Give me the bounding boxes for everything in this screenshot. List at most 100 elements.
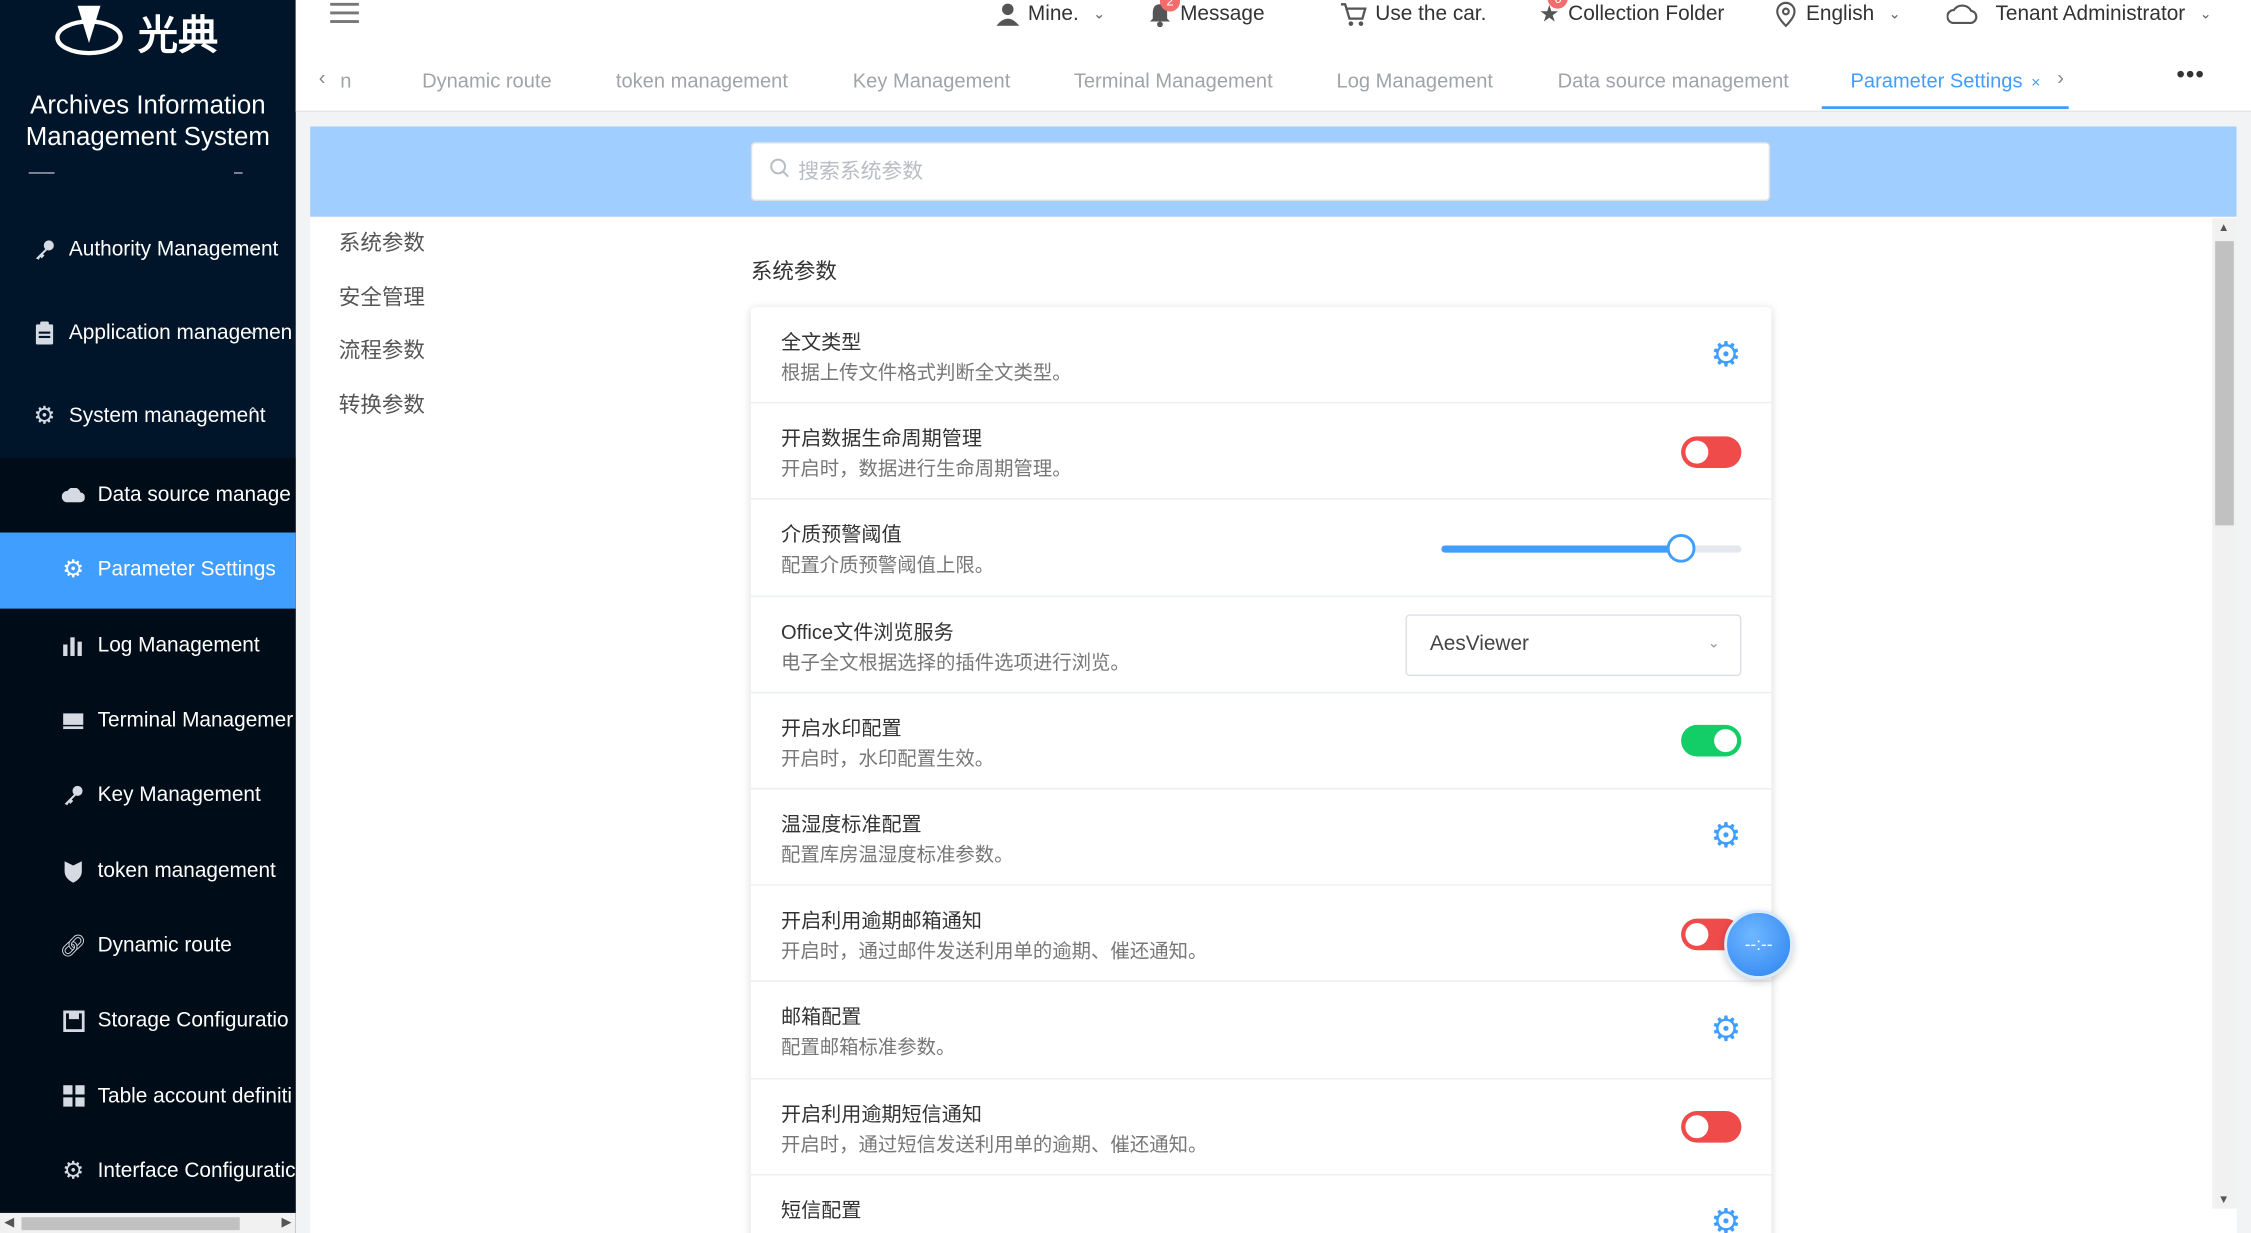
sidebar-item-parameter-settings[interactable]: ⚙ Parameter Settings xyxy=(0,532,296,609)
gear-icon: ⚙ xyxy=(62,1156,85,1184)
gear-icon[interactable]: ⚙ xyxy=(1710,820,1741,854)
sidebar-item-system[interactable]: ⚙ System management ⌃ xyxy=(0,375,296,458)
tenant-menu[interactable]: Tenant Administrator ⌄ xyxy=(1946,0,2212,29)
gear-icon[interactable]: ⚙ xyxy=(1710,1205,1741,1233)
setting-desc: 电子全文根据选择的插件选项进行浏览。 xyxy=(780,651,1130,673)
setting-row: 开启水印配置 开启时，水印配置生效。 xyxy=(750,693,1772,790)
top-header: Mine. ⌄ 2 Message Use the car. ★ 0 Colle… xyxy=(295,0,2251,55)
main-vertical-scrollbar[interactable]: ▲ ▼ xyxy=(2212,218,2237,1209)
system-submenu: Data source manage ⚙ Parameter Settings … xyxy=(0,457,296,1213)
scroll-down-icon[interactable]: ▼ xyxy=(2218,1193,2229,1206)
threshold-slider[interactable] xyxy=(1441,533,1742,563)
sms-overdue-toggle[interactable] xyxy=(1681,1110,1742,1143)
tab-parameter-settings[interactable]: Parameter Settings × xyxy=(1821,69,2070,110)
setting-title: 温湿度标准配置 xyxy=(780,812,922,836)
sidebar-item-key-management[interactable]: Key Management xyxy=(0,758,296,833)
settings-card: 全文类型 根据上传文件格式判断全文类型。 ⚙ 开启数据生命周期管理 开启时，数据… xyxy=(750,307,1772,1233)
setting-row: 邮箱配置 配置邮箱标准参数。 ⚙ xyxy=(750,982,1772,1079)
scroll-left-icon[interactable]: ◀ xyxy=(4,1214,14,1230)
setting-title: 开启利用逾期短信通知 xyxy=(780,1101,982,1125)
lifecycle-toggle[interactable] xyxy=(1681,435,1742,468)
sidebar-item-token-management[interactable]: token management xyxy=(0,833,296,908)
floating-clock-button[interactable]: --:-- xyxy=(1724,910,1794,979)
section-title: 系统参数 xyxy=(750,259,837,285)
setting-row: 开启利用逾期邮箱通知 开启时，通过邮件发送利用单的逾期、催还通知。 xyxy=(750,886,1772,983)
search-banner xyxy=(310,126,2237,217)
scroll-right-icon[interactable]: ▶ xyxy=(281,1214,291,1230)
watermark-toggle[interactable] xyxy=(1681,725,1742,757)
tab-token-management[interactable]: token management xyxy=(616,69,788,92)
key-icon xyxy=(32,237,58,263)
close-icon[interactable]: × xyxy=(2031,75,2040,92)
chevron-down-icon: ⌄ xyxy=(246,239,259,256)
category-system-params[interactable]: 系统参数 xyxy=(339,227,626,281)
category-nav: 系统参数 安全管理 流程参数 转换参数 xyxy=(339,227,626,443)
tab-partial[interactable]: n xyxy=(340,69,351,92)
sidebar-item-data-source[interactable]: Data source manage xyxy=(0,458,296,533)
sidebar-item-dynamic-route[interactable]: 🔗︎ Dynamic route xyxy=(0,908,296,983)
setting-row: 开启利用逾期短信通知 开启时，通过短信发送利用单的逾期、催还通知。 xyxy=(750,1079,1772,1176)
tab-dynamic-route[interactable]: Dynamic route xyxy=(422,69,552,92)
category-conversion-params[interactable]: 转换参数 xyxy=(339,389,626,443)
user-icon xyxy=(996,3,1020,26)
brand-logo: 光典 xyxy=(52,0,239,63)
sidebar-item-authority[interactable]: Authority Management ⌄ xyxy=(0,208,296,291)
gear-icon[interactable]: ⚙ xyxy=(1710,337,1741,372)
main-content: 系统参数 安全管理 流程参数 转换参数 系统参数 全文类型 根据上传文件格式判断… xyxy=(310,126,2237,1233)
sidebar-horizontal-scrollbar[interactable]: ◀ ▶ xyxy=(0,1212,296,1233)
more-icon[interactable]: ••• xyxy=(2177,63,2205,89)
setting-desc: 开启时，数据进行生命周期管理。 xyxy=(780,458,1072,480)
language-selector[interactable]: English ⌄ xyxy=(1774,0,1901,29)
search-icon xyxy=(769,158,789,185)
collection-badge: 0 xyxy=(1548,0,1569,9)
sidebar-item-storage[interactable]: Storage Configuratio xyxy=(0,983,296,1058)
setting-row: 全文类型 根据上传文件格式判断全文类型。 ⚙ xyxy=(750,307,1772,404)
slider-handle[interactable] xyxy=(1667,533,1696,563)
chevron-down-icon: ⌄ xyxy=(1707,635,1720,652)
setting-title: 开启水印配置 xyxy=(780,715,902,739)
tab-data-source-management[interactable]: Data source management xyxy=(1558,69,1789,92)
tab-terminal-management[interactable]: Terminal Management xyxy=(1074,69,1273,92)
category-security[interactable]: 安全管理 xyxy=(339,281,626,335)
setting-title: 邮箱配置 xyxy=(780,1005,862,1029)
tab-log-management[interactable]: Log Management xyxy=(1337,69,1493,92)
sidebar-item-interface[interactable]: ⚙ Interface Configuratic xyxy=(0,1133,296,1208)
star-icon: ★ 0 xyxy=(1539,0,1569,29)
bell-icon: 2 xyxy=(1148,0,1181,27)
scrollbar-thumb[interactable] xyxy=(21,1217,240,1231)
sidebar-item-log-management[interactable]: Log Management xyxy=(0,608,296,683)
sidebar-item-terminal[interactable]: Terminal Managemer xyxy=(0,683,296,758)
cloud-icon xyxy=(1946,4,1979,25)
search-input[interactable] xyxy=(798,160,1746,184)
sidebar-item-application[interactable]: Application managemen ⌄ xyxy=(0,291,296,374)
category-process-params[interactable]: 流程参数 xyxy=(339,335,626,389)
tab-scroll-right-icon[interactable]: › xyxy=(2057,66,2064,89)
setting-desc: 根据上传文件格式判断全文类型。 xyxy=(780,361,1072,384)
tab-key-management[interactable]: Key Management xyxy=(853,69,1011,92)
gear-outline-icon: ⚙ xyxy=(62,556,85,584)
search-box xyxy=(750,142,1771,201)
setting-row: 短信配置 ⚙ xyxy=(751,1175,1772,1233)
tab-scroll-left-icon[interactable]: ‹ xyxy=(319,66,326,89)
scroll-up-icon[interactable]: ▲ xyxy=(2218,221,2229,234)
chevron-down-icon: ⌄ xyxy=(246,322,259,339)
cart-icon xyxy=(1340,2,1367,26)
app-root: 光典 Archives Information Management Syste… xyxy=(0,0,2251,1233)
setting-row: 开启数据生命周期管理 开启时，数据进行生命周期管理。 xyxy=(750,404,1772,501)
setting-row: Office文件浏览服务 电子全文根据选择的插件选项进行浏览。 AesViewe… xyxy=(750,596,1772,693)
office-viewer-select[interactable]: AesViewer ⌄ xyxy=(1405,613,1742,676)
user-menu[interactable]: Mine. ⌄ xyxy=(996,0,1105,29)
system-title: Archives Information Management System xyxy=(25,90,270,151)
chevron-down-icon: ⌄ xyxy=(2199,6,2212,23)
bar-chart-icon xyxy=(60,633,86,659)
gear-icon[interactable]: ⚙ xyxy=(1710,1012,1741,1047)
chevron-up-icon: ⌃ xyxy=(246,406,259,423)
menu-toggle-icon[interactable] xyxy=(330,2,359,26)
setting-desc: 配置邮箱标准参数。 xyxy=(780,1036,956,1059)
message-link[interactable]: 2 Message xyxy=(1148,0,1265,29)
svg-text:光典: 光典 xyxy=(138,13,218,59)
collection-folder-link[interactable]: ★ 0 Collection Folder xyxy=(1539,0,1724,29)
sidebar-item-table-account[interactable]: Table account definiti xyxy=(0,1058,296,1133)
cart-link[interactable]: Use the car. xyxy=(1340,0,1486,29)
scrollbar-thumb[interactable] xyxy=(2215,241,2234,526)
